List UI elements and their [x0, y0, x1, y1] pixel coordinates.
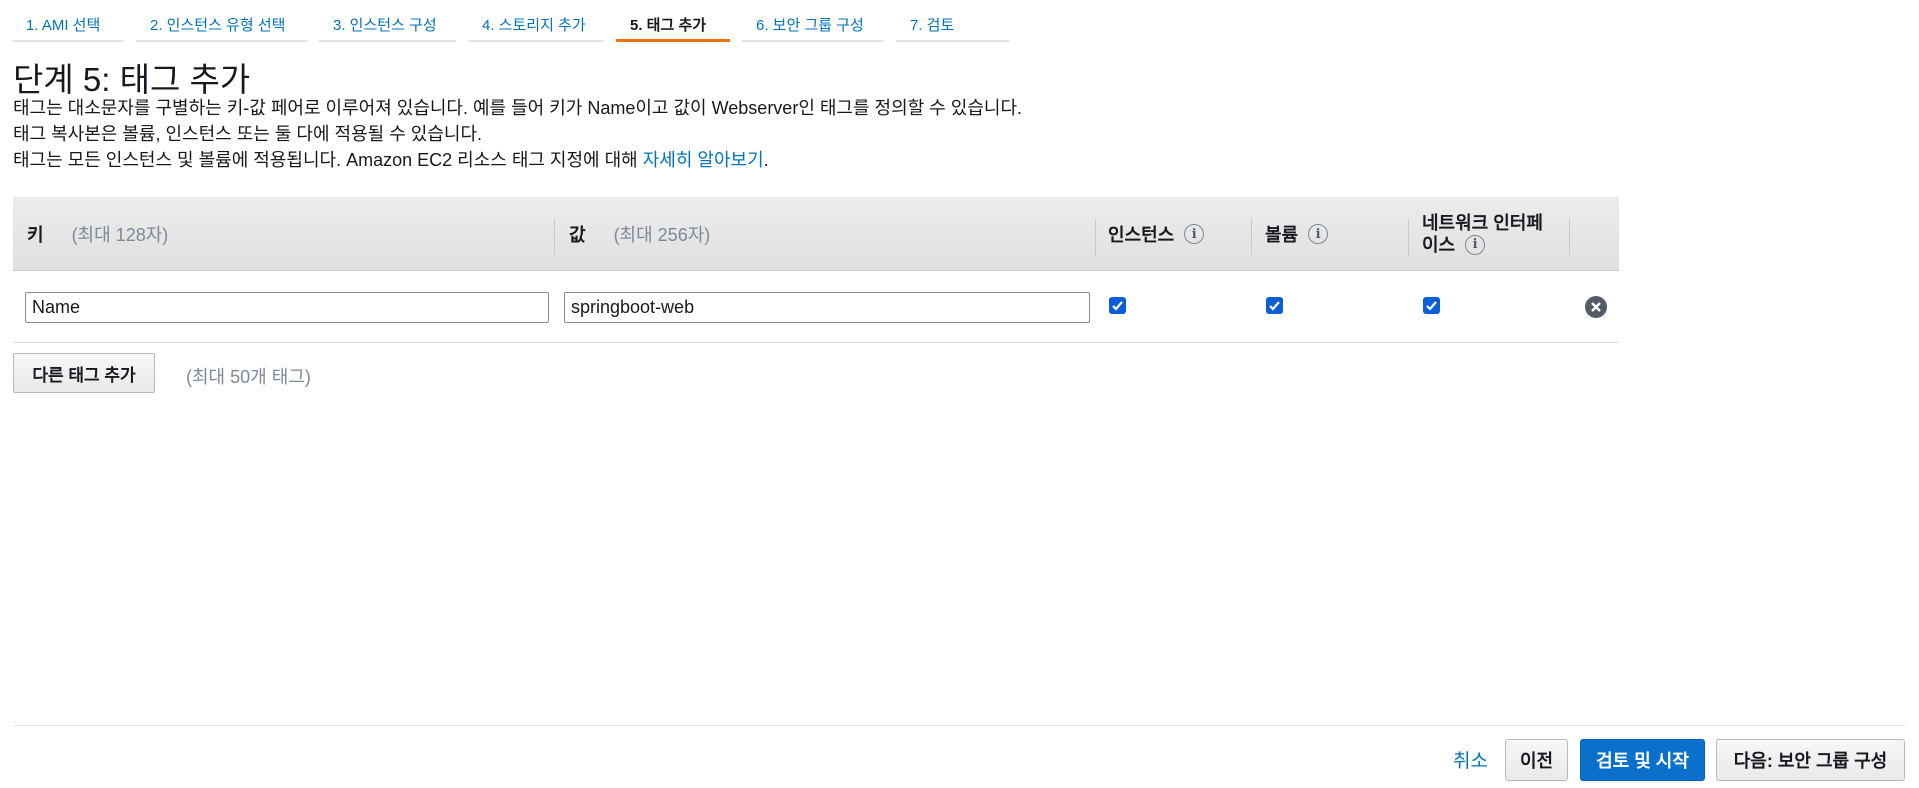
tag-table-header: 키 (최대 128자) 값 (최대 256자) 인스턴스 i 볼륨 i 네트워크… — [13, 197, 1619, 271]
info-icon[interactable]: i — [1465, 235, 1486, 255]
value-column-hint: (최대 256자) — [613, 225, 711, 245]
remove-tag-button[interactable] — [1585, 296, 1607, 318]
max-tags-hint: (최대 50개 태그) — [186, 367, 311, 387]
cancel-link[interactable]: 취소 — [1453, 746, 1488, 773]
review-and-launch-button[interactable]: 검토 및 시작 — [1580, 739, 1705, 781]
table-row — [13, 271, 1619, 343]
info-icon[interactable]: i — [1184, 224, 1205, 244]
instances-checkbox[interactable] — [1109, 297, 1126, 314]
description-line-1: 태그는 대소문자를 구별하는 키-값 페어로 이루어져 있습니다. 예를 들어 … — [13, 98, 1023, 118]
info-icon[interactable]: i — [1308, 224, 1329, 244]
wizard-step-configure-instance[interactable]: 3. 인스턴스 구성 — [319, 0, 456, 42]
column-divider — [1408, 219, 1409, 255]
wizard-step-instance-type[interactable]: 2. 인스턴스 유형 선택 — [136, 0, 307, 42]
description-line-3: 태그는 모든 인스턴스 및 볼륨에 적용됩니다. Amazon EC2 리소스 … — [13, 150, 769, 170]
description-line-2: 태그 복사본은 볼륨, 인스턴스 또는 둘 다에 적용될 수 있습니다. — [13, 124, 483, 144]
wizard-step-review[interactable]: 7. 검토 — [896, 0, 1009, 42]
column-divider — [554, 219, 555, 255]
value-column-header: 값 (최대 256자) — [569, 197, 710, 271]
key-column-hint: (최대 128자) — [71, 225, 169, 245]
footer-divider — [13, 725, 1906, 726]
instances-column-header: 인스턴스 i — [1108, 197, 1205, 271]
wizard-step-ami[interactable]: 1. AMI 선택 — [12, 0, 124, 42]
tag-value-input[interactable] — [564, 292, 1090, 323]
volumes-column-header: 볼륨 i — [1265, 197, 1329, 271]
next-security-group-button[interactable]: 다음: 보안 그룹 구성 — [1716, 739, 1905, 781]
checkmark-icon — [1269, 301, 1280, 311]
checkmark-icon — [1426, 301, 1437, 311]
add-tag-button[interactable]: 다른 태그 추가 — [13, 353, 155, 393]
column-divider — [1569, 219, 1570, 255]
learn-more-link[interactable]: 자세히 알아보기 — [643, 150, 764, 170]
launch-wizard-page: 1. AMI 선택 2. 인스턴스 유형 선택 3. 인스턴스 구성 4. 스토… — [0, 0, 1919, 788]
volumes-checkbox[interactable] — [1266, 297, 1283, 314]
column-divider — [1095, 219, 1096, 255]
wizard-step-add-storage[interactable]: 4. 스토리지 추가 — [468, 0, 604, 42]
close-icon — [1591, 302, 1601, 312]
wizard-step-security-group[interactable]: 6. 보안 그룹 구성 — [742, 0, 884, 42]
key-column-header: 키 (최대 128자) — [27, 197, 168, 271]
checkmark-icon — [1112, 301, 1123, 311]
previous-button[interactable]: 이전 — [1505, 739, 1568, 781]
wizard-step-add-tags[interactable]: 5. 태그 추가 — [616, 0, 730, 42]
network-interfaces-checkbox[interactable] — [1423, 297, 1440, 314]
network-interfaces-column-header: 네트워크 인터페 이스 i — [1422, 213, 1543, 255]
tag-key-input[interactable] — [25, 292, 549, 323]
column-divider — [1251, 219, 1252, 255]
